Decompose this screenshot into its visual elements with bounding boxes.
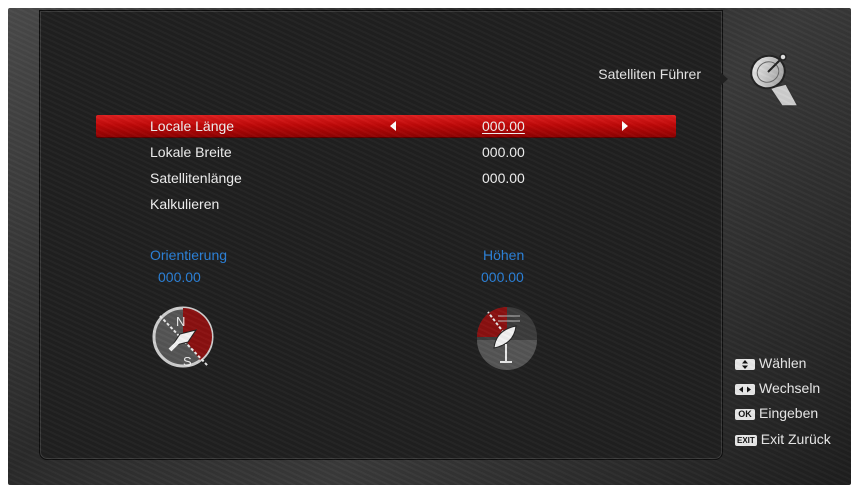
- satellite-dish-icon: [750, 53, 800, 107]
- left-right-key-icon: [735, 383, 755, 395]
- local-latitude-value[interactable]: 000.00: [482, 141, 525, 163]
- elevation-gauge-icon: [477, 307, 537, 370]
- menu-row-calculate[interactable]: Kalkulieren: [96, 193, 676, 215]
- calculate-label: Kalkulieren: [150, 196, 220, 212]
- hint-enter: OK Eingeben: [735, 403, 818, 423]
- decrease-arrow-icon[interactable]: [390, 121, 396, 131]
- local-longitude-label: Locale Länge: [150, 118, 235, 134]
- ok-key-icon: OK: [735, 408, 755, 420]
- increase-arrow-icon[interactable]: [622, 121, 628, 131]
- menu-row-local-latitude[interactable]: Lokale Breite 000.00: [96, 141, 676, 163]
- hint-change: Wechseln: [735, 378, 820, 398]
- elevation-label: Höhen: [483, 247, 525, 263]
- menu-row-satellite-longitude[interactable]: Satellitenlänge 000.00: [96, 167, 676, 189]
- local-longitude-value[interactable]: 000.00: [482, 115, 525, 137]
- hint-select: Wählen: [735, 353, 806, 373]
- hint-enter-label: Eingeben: [759, 405, 819, 421]
- svg-text:N: N: [176, 314, 185, 329]
- orientation-label: Orientierung: [150, 247, 228, 263]
- elevation-value: 000.00: [481, 269, 524, 285]
- hint-exit: EXIT Exit Zurück: [735, 429, 831, 449]
- menu-row-local-longitude[interactable]: Locale Länge 000.00: [96, 115, 676, 137]
- up-down-key-icon: [735, 358, 755, 370]
- svg-text:S: S: [183, 354, 192, 369]
- compass-gauge-icon: N S: [152, 306, 214, 369]
- satellite-longitude-label: Satellitenlänge: [150, 170, 242, 186]
- hint-change-label: Wechseln: [759, 380, 821, 396]
- local-latitude-label: Lokale Breite: [150, 144, 232, 160]
- title-pointer: [720, 72, 728, 86]
- satellite-longitude-value[interactable]: 000.00: [482, 167, 525, 189]
- hint-select-label: Wählen: [759, 355, 807, 371]
- exit-key-icon: EXIT: [735, 434, 757, 446]
- orientation-value: 000.00: [158, 269, 201, 285]
- tv-screen: Satelliten Führer Locale Länge 000.00 Lo…: [8, 8, 851, 485]
- hint-exit-label: Exit Zurück: [760, 431, 831, 447]
- page-title: Satelliten Führer: [598, 66, 701, 82]
